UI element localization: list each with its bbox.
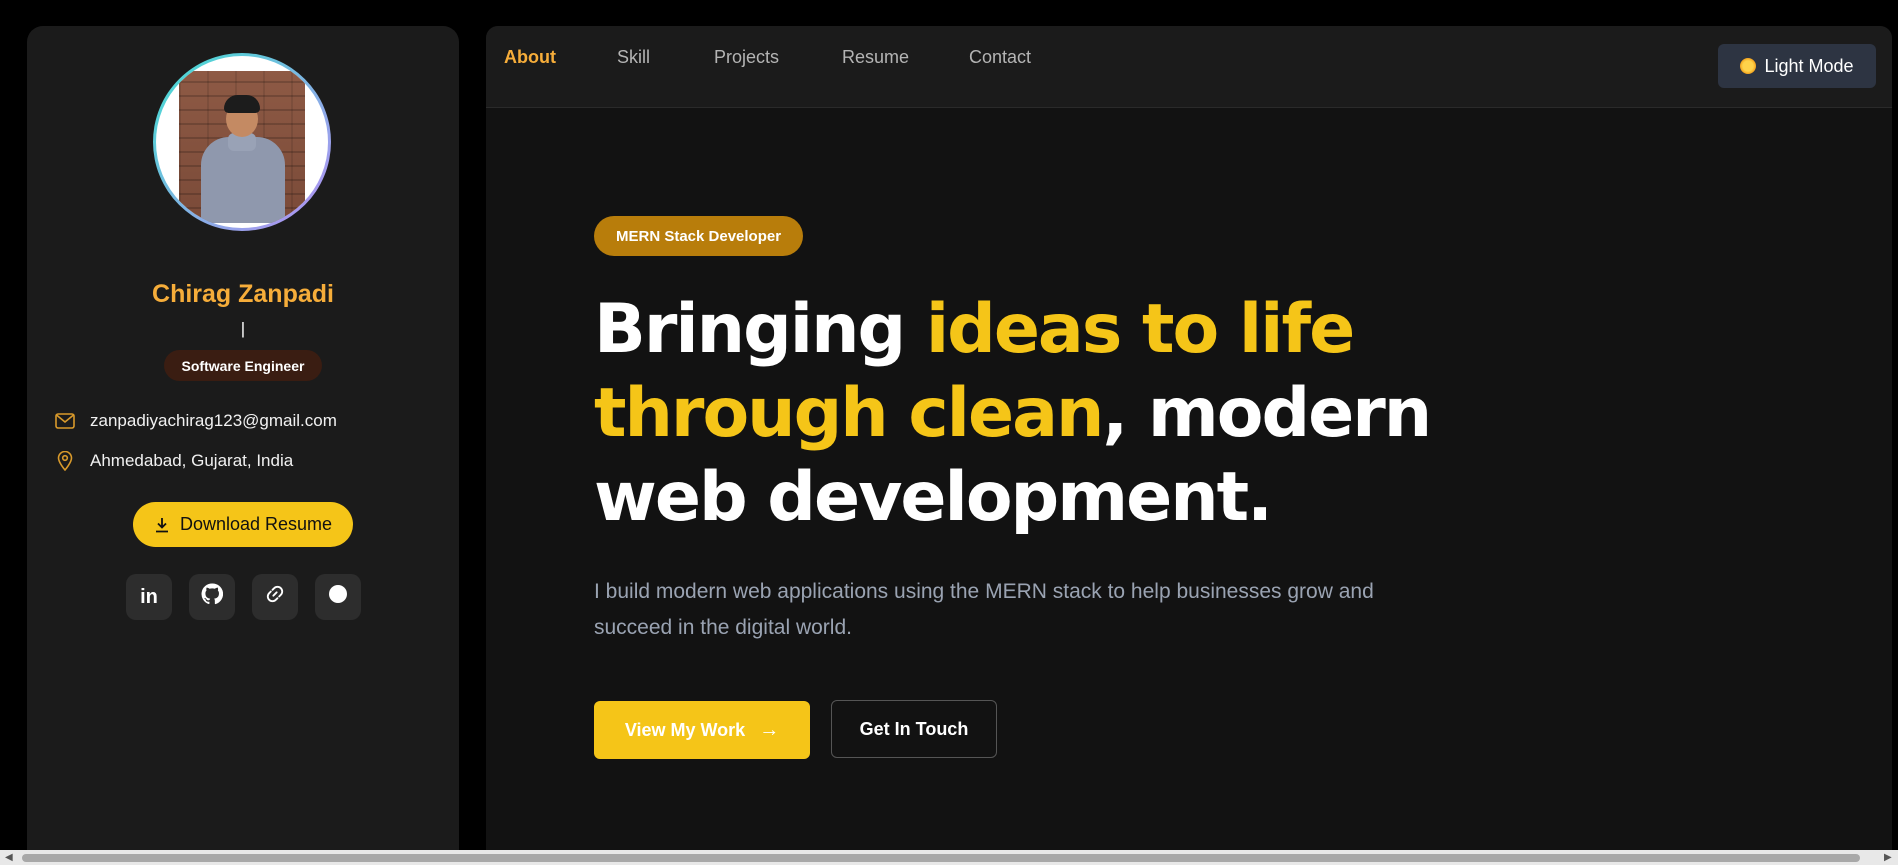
- nav-skill[interactable]: Skill: [617, 47, 650, 68]
- download-resume-label: Download Resume: [179, 514, 333, 534]
- download-resume-button[interactable]: Download Resume: [133, 502, 353, 547]
- hero-headline: Bringing ideas to life through clean, mo…: [594, 288, 1594, 540]
- scroll-right-icon[interactable]: ▶: [1884, 852, 1892, 863]
- map-pin-icon: [54, 450, 76, 472]
- headline-part1: Bringing: [594, 290, 926, 369]
- profile-name: Chirag Zanpadi: [152, 280, 334, 308]
- theme-toggle-button[interactable]: Light Mode: [1718, 44, 1876, 88]
- circle-icon: [328, 584, 348, 610]
- main-panel: About Skill Projects Resume Contact Ligh…: [486, 26, 1892, 856]
- email-row[interactable]: zanpadiyachirag123@gmail.com: [54, 408, 337, 434]
- get-in-touch-button[interactable]: Get In Touch: [831, 700, 997, 758]
- email-text[interactable]: zanpadiyachirag123@gmail.com: [90, 411, 337, 431]
- arrow-right-icon: →: [759, 718, 780, 741]
- horizontal-scrollbar[interactable]: ◀ ▶: [0, 850, 1898, 865]
- download-icon: [154, 517, 170, 533]
- portfolio-link-button[interactable]: [252, 574, 298, 620]
- scrollbar-thumb[interactable]: [22, 854, 1860, 862]
- avatar: [153, 53, 331, 231]
- theme-toggle-label: Light Mode: [1764, 55, 1854, 76]
- mail-icon: [54, 410, 76, 432]
- location-row: Ahmedabad, Gujarat, India: [54, 448, 293, 474]
- nav-projects[interactable]: Projects: [714, 47, 779, 68]
- social-circle-button[interactable]: [315, 574, 361, 620]
- hero-description: I build modern web applications using th…: [594, 580, 1374, 639]
- typing-cursor: |: [240, 319, 246, 338]
- profile-photo: [179, 71, 305, 223]
- linkedin-button[interactable]: in: [126, 574, 172, 620]
- linkedin-icon: in: [140, 585, 158, 608]
- role-badge: Software Engineer: [164, 350, 322, 381]
- link-icon: [265, 584, 285, 610]
- top-navbar: About Skill Projects Resume Contact Ligh…: [486, 26, 1892, 108]
- view-my-work-label: View My Work: [624, 719, 746, 740]
- nav-about[interactable]: About: [504, 47, 556, 68]
- github-icon: [201, 583, 224, 611]
- sun-icon: [1740, 58, 1757, 74]
- github-button[interactable]: [189, 574, 235, 620]
- scroll-left-icon[interactable]: ◀: [5, 852, 13, 863]
- nav-resume[interactable]: Resume: [842, 47, 909, 68]
- nav-contact[interactable]: Contact: [969, 47, 1031, 68]
- view-my-work-button[interactable]: View My Work →: [594, 701, 810, 759]
- location-text: Ahmedabad, Gujarat, India: [90, 451, 294, 470]
- profile-sidebar: Chirag Zanpadi | Software Engineer zanpa…: [27, 26, 459, 856]
- role-pill: MERN Stack Developer: [594, 216, 804, 256]
